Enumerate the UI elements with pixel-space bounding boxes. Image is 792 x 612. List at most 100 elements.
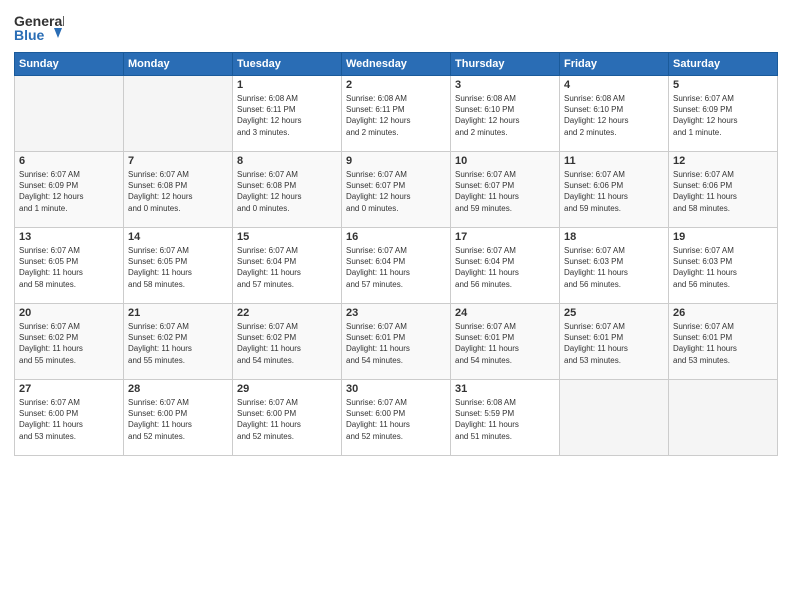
day-number: 2	[346, 79, 446, 91]
calendar-cell: 28 Sunrise: 6:07 AM Sunset: 6:00 PM Dayli…	[124, 380, 233, 456]
day-info: Sunrise: 6:07 AM Sunset: 6:02 PM Dayligh…	[19, 321, 119, 366]
calendar-cell: 31Sunrise: 6:08 AM Sunset: 5:59 PM Dayli…	[451, 380, 560, 456]
day-info: Sunrise: 6:07 AM Sunset: 6:03 PM Dayligh…	[564, 245, 664, 290]
day-number: 17	[455, 231, 555, 243]
day-number: 20	[19, 307, 119, 319]
day-info: Sunrise: 6:07 AM Sunset: 6:01 PM Dayligh…	[564, 321, 664, 366]
calendar-cell: 6 Sunrise: 6:07 AM Sunset: 6:09 PM Daylig…	[15, 152, 124, 228]
calendar-cell: 4 Sunrise: 6:08 AM Sunset: 6:10 PM Daylig…	[560, 76, 669, 152]
day-info: Sunrise: 6:07 AM Sunset: 6:00 PM Dayligh…	[346, 397, 446, 442]
day-number: 28	[128, 383, 228, 395]
day-info: Sunrise: 6:08 AM Sunset: 5:59 PM Dayligh…	[455, 397, 555, 442]
day-info: Sunrise: 6:07 AM Sunset: 6:06 PM Dayligh…	[673, 169, 773, 214]
calendar-cell: 14 Sunrise: 6:07 AM Sunset: 6:05 PM Dayli…	[124, 228, 233, 304]
day-number: 6	[19, 155, 119, 167]
calendar-cell: 24Sunrise: 6:07 AM Sunset: 6:01 PM Dayli…	[451, 304, 560, 380]
day-number: 4	[564, 79, 664, 91]
weekday-header-saturday: Saturday	[669, 53, 778, 76]
day-info: Sunrise: 6:07 AM Sunset: 6:00 PM Dayligh…	[128, 397, 228, 442]
week-row-2: 6 Sunrise: 6:07 AM Sunset: 6:09 PM Daylig…	[15, 152, 778, 228]
week-row-5: 27 Sunrise: 6:07 AM Sunset: 6:00 PM Dayli…	[15, 380, 778, 456]
calendar-cell: 3Sunrise: 6:08 AM Sunset: 6:10 PM Daylig…	[451, 76, 560, 152]
day-info: Sunrise: 6:07 AM Sunset: 6:08 PM Dayligh…	[128, 169, 228, 214]
day-number: 3	[455, 79, 555, 91]
header: GeneralBlue	[14, 10, 778, 46]
week-row-3: 13Sunrise: 6:07 AM Sunset: 6:05 PM Dayli…	[15, 228, 778, 304]
day-info: Sunrise: 6:07 AM Sunset: 6:00 PM Dayligh…	[237, 397, 337, 442]
day-number: 22	[237, 307, 337, 319]
calendar-cell: 10 Sunrise: 6:07 AM Sunset: 6:07 PM Dayli…	[451, 152, 560, 228]
calendar-cell: 18 Sunrise: 6:07 AM Sunset: 6:03 PM Dayli…	[560, 228, 669, 304]
calendar-cell: 19 Sunrise: 6:07 AM Sunset: 6:03 PM Dayli…	[669, 228, 778, 304]
calendar-cell: 21Sunrise: 6:07 AM Sunset: 6:02 PM Dayli…	[124, 304, 233, 380]
day-number: 18	[564, 231, 664, 243]
day-number: 30	[346, 383, 446, 395]
day-info: Sunrise: 6:07 AM Sunset: 6:00 PM Dayligh…	[19, 397, 119, 442]
calendar-cell: 23Sunrise: 6:07 AM Sunset: 6:01 PM Dayli…	[342, 304, 451, 380]
calendar-cell: 12 Sunrise: 6:07 AM Sunset: 6:06 PM Dayli…	[669, 152, 778, 228]
calendar-cell: 2 Sunrise: 6:08 AM Sunset: 6:11 PM Daylig…	[342, 76, 451, 152]
day-number: 26	[673, 307, 773, 319]
day-info: Sunrise: 6:07 AM Sunset: 6:03 PM Dayligh…	[673, 245, 773, 290]
day-info: Sunrise: 6:08 AM Sunset: 6:10 PM Dayligh…	[564, 93, 664, 138]
calendar-cell: 29 Sunrise: 6:07 AM Sunset: 6:00 PM Dayli…	[233, 380, 342, 456]
calendar-cell: 22 Sunrise: 6:07 AM Sunset: 6:02 PM Dayli…	[233, 304, 342, 380]
day-number: 27	[19, 383, 119, 395]
day-info: Sunrise: 6:07 AM Sunset: 6:09 PM Dayligh…	[19, 169, 119, 214]
day-number: 25	[564, 307, 664, 319]
day-info: Sunrise: 6:07 AM Sunset: 6:05 PM Dayligh…	[128, 245, 228, 290]
day-info: Sunrise: 6:07 AM Sunset: 6:07 PM Dayligh…	[346, 169, 446, 214]
weekday-header-row: SundayMondayTuesdayWednesdayThursdayFrid…	[15, 53, 778, 76]
day-number: 14	[128, 231, 228, 243]
calendar-cell: 17Sunrise: 6:07 AM Sunset: 6:04 PM Dayli…	[451, 228, 560, 304]
logo-svg: GeneralBlue	[14, 10, 64, 46]
calendar-cell	[560, 380, 669, 456]
day-info: Sunrise: 6:07 AM Sunset: 6:04 PM Dayligh…	[346, 245, 446, 290]
day-number: 1	[237, 79, 337, 91]
day-number: 10	[455, 155, 555, 167]
day-number: 11	[564, 155, 664, 167]
weekday-header-sunday: Sunday	[15, 53, 124, 76]
calendar-cell: 26 Sunrise: 6:07 AM Sunset: 6:01 PM Dayli…	[669, 304, 778, 380]
calendar-cell: 15Sunrise: 6:07 AM Sunset: 6:04 PM Dayli…	[233, 228, 342, 304]
day-info: Sunrise: 6:08 AM Sunset: 6:11 PM Dayligh…	[346, 93, 446, 138]
day-number: 19	[673, 231, 773, 243]
calendar-cell: 7 Sunrise: 6:07 AM Sunset: 6:08 PM Daylig…	[124, 152, 233, 228]
day-number: 16	[346, 231, 446, 243]
calendar-cell: 13Sunrise: 6:07 AM Sunset: 6:05 PM Dayli…	[15, 228, 124, 304]
calendar-cell	[669, 380, 778, 456]
weekday-header-wednesday: Wednesday	[342, 53, 451, 76]
day-info: Sunrise: 6:07 AM Sunset: 6:05 PM Dayligh…	[19, 245, 119, 290]
day-info: Sunrise: 6:07 AM Sunset: 6:01 PM Dayligh…	[673, 321, 773, 366]
logo: GeneralBlue	[14, 10, 64, 46]
weekday-header-tuesday: Tuesday	[233, 53, 342, 76]
day-info: Sunrise: 6:07 AM Sunset: 6:07 PM Dayligh…	[455, 169, 555, 214]
calendar-cell: 30 Sunrise: 6:07 AM Sunset: 6:00 PM Dayli…	[342, 380, 451, 456]
calendar-cell: 5Sunrise: 6:07 AM Sunset: 6:09 PM Daylig…	[669, 76, 778, 152]
day-number: 12	[673, 155, 773, 167]
day-info: Sunrise: 6:07 AM Sunset: 6:01 PM Dayligh…	[455, 321, 555, 366]
day-number: 29	[237, 383, 337, 395]
weekday-header-friday: Friday	[560, 53, 669, 76]
day-info: Sunrise: 6:07 AM Sunset: 6:02 PM Dayligh…	[237, 321, 337, 366]
calendar-cell	[15, 76, 124, 152]
day-number: 8	[237, 155, 337, 167]
day-number: 5	[673, 79, 773, 91]
day-info: Sunrise: 6:07 AM Sunset: 6:08 PM Dayligh…	[237, 169, 337, 214]
weekday-header-monday: Monday	[124, 53, 233, 76]
week-row-4: 20 Sunrise: 6:07 AM Sunset: 6:02 PM Dayli…	[15, 304, 778, 380]
calendar-cell: 9 Sunrise: 6:07 AM Sunset: 6:07 PM Daylig…	[342, 152, 451, 228]
svg-text:Blue: Blue	[14, 27, 45, 43]
weekday-header-thursday: Thursday	[451, 53, 560, 76]
day-number: 15	[237, 231, 337, 243]
calendar-cell: 16 Sunrise: 6:07 AM Sunset: 6:04 PM Dayli…	[342, 228, 451, 304]
calendar-cell: 25 Sunrise: 6:07 AM Sunset: 6:01 PM Dayli…	[560, 304, 669, 380]
calendar-cell: 20 Sunrise: 6:07 AM Sunset: 6:02 PM Dayli…	[15, 304, 124, 380]
day-number: 9	[346, 155, 446, 167]
day-number: 21	[128, 307, 228, 319]
day-info: Sunrise: 6:08 AM Sunset: 6:11 PM Dayligh…	[237, 93, 337, 138]
week-row-1: 1 Sunrise: 6:08 AM Sunset: 6:11 PM Daylig…	[15, 76, 778, 152]
calendar-cell: 1 Sunrise: 6:08 AM Sunset: 6:11 PM Daylig…	[233, 76, 342, 152]
day-info: Sunrise: 6:07 AM Sunset: 6:06 PM Dayligh…	[564, 169, 664, 214]
day-number: 7	[128, 155, 228, 167]
